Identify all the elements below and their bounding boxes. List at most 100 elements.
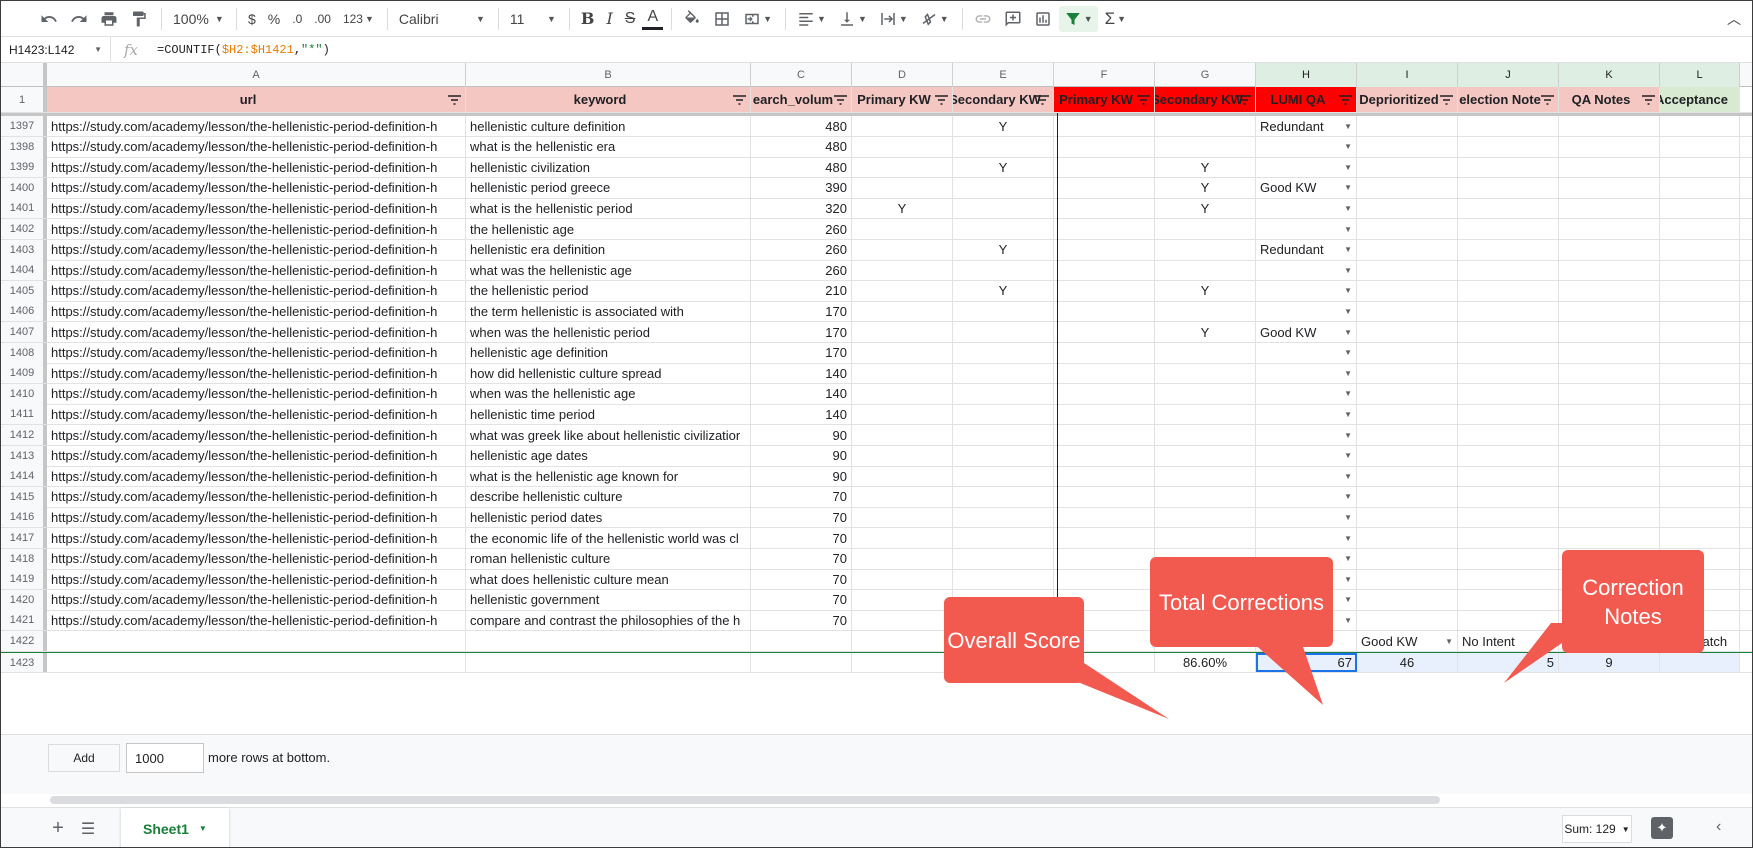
column-header-g[interactable]: G: [1155, 63, 1256, 87]
primary-kw-qa-cell[interactable]: [1054, 157, 1155, 178]
column-title-f[interactable]: Primary KW: [1054, 87, 1155, 112]
cell[interactable]: [1458, 445, 1559, 466]
cell[interactable]: [751, 631, 852, 651]
row-header[interactable]: 1415: [1, 486, 47, 507]
filter-icon[interactable]: [1238, 94, 1251, 105]
filter-icon[interactable]: [1440, 94, 1453, 105]
cell[interactable]: [1660, 301, 1740, 322]
dropdown-arrow-icon[interactable]: ▼: [1344, 616, 1352, 625]
cell[interactable]: [1458, 198, 1559, 219]
dropdown-arrow-icon[interactable]: ▼: [1344, 163, 1352, 172]
secondary-kw-qa-cell[interactable]: [1155, 116, 1256, 136]
keyword-cell[interactable]: describe hellenistic culture: [466, 486, 751, 507]
cell[interactable]: [1458, 280, 1559, 301]
cell[interactable]: [1357, 116, 1458, 136]
dropdown-arrow-icon[interactable]: ▼: [1344, 225, 1352, 234]
vertical-align-icon[interactable]: ▼: [833, 6, 872, 32]
lumi-qa-dropdown[interactable]: ▼: [1256, 507, 1357, 528]
cell[interactable]: [1458, 383, 1559, 404]
dropdown-arrow-icon[interactable]: ▼: [1344, 451, 1352, 460]
zoom-select[interactable]: 100% ▼: [168, 6, 228, 32]
functions-button[interactable]: Σ ▼: [1100, 6, 1131, 32]
primary-kw-qa-cell[interactable]: [1054, 219, 1155, 239]
secondary-kw-qa-cell[interactable]: [1155, 301, 1256, 322]
cell[interactable]: [1559, 198, 1660, 219]
primary-kw-cell[interactable]: [852, 569, 953, 590]
cell[interactable]: [1660, 322, 1740, 342]
secondary-kw-cell[interactable]: [953, 383, 1054, 404]
increase-decimal-button[interactable]: .00: [309, 6, 336, 32]
lumi-qa-dropdown[interactable]: ▼: [1256, 445, 1357, 466]
keyword-cell[interactable]: the hellenistic age: [466, 219, 751, 239]
url-cell[interactable]: https://study.com/academy/lesson/the-hel…: [47, 177, 466, 198]
cell[interactable]: [1660, 486, 1740, 507]
keyword-cell[interactable]: hellenistic period dates: [466, 507, 751, 528]
keyword-cell[interactable]: hellenistic time period: [466, 404, 751, 425]
url-cell[interactable]: https://study.com/academy/lesson/the-hel…: [47, 569, 466, 590]
primary-kw-qa-cell[interactable]: [1054, 528, 1155, 548]
search-volume-cell[interactable]: 70: [751, 589, 852, 610]
primary-kw-qa-cell[interactable]: [1054, 548, 1155, 569]
horizontal-scrollbar[interactable]: [50, 796, 1440, 804]
dropdown-arrow-icon[interactable]: ▼: [1344, 431, 1352, 440]
add-rows-button[interactable]: Add: [48, 744, 120, 772]
lumi-qa-dropdown[interactable]: ▼: [1256, 363, 1357, 384]
primary-kw-qa-cell[interactable]: [1054, 177, 1155, 198]
row-header[interactable]: 1410: [1, 383, 47, 404]
search-volume-cell[interactable]: 70: [751, 528, 852, 548]
secondary-kw-cell[interactable]: [953, 219, 1054, 239]
primary-kw-qa-cell[interactable]: [1054, 260, 1155, 281]
url-cell[interactable]: https://study.com/academy/lesson/the-hel…: [47, 383, 466, 404]
filter-icon[interactable]: [1036, 94, 1049, 105]
url-cell[interactable]: https://study.com/academy/lesson/the-hel…: [47, 280, 466, 301]
secondary-kw-cell[interactable]: Y: [953, 157, 1054, 178]
primary-kw-cell[interactable]: [852, 136, 953, 157]
secondary-kw-qa-cell[interactable]: [1155, 260, 1256, 281]
search-volume-cell[interactable]: 70: [751, 548, 852, 569]
lumi-qa-dropdown[interactable]: Redundant ▼: [1256, 116, 1357, 136]
search-volume-cell[interactable]: 140: [751, 383, 852, 404]
primary-kw-qa-cell[interactable]: [1054, 383, 1155, 404]
cell[interactable]: [1357, 136, 1458, 157]
primary-kw-cell[interactable]: [852, 342, 953, 363]
secondary-kw-cell[interactable]: [953, 301, 1054, 322]
keyword-cell[interactable]: hellenistic civilization: [466, 157, 751, 178]
bold-button[interactable]: B: [576, 6, 600, 32]
lumi-qa-dropdown[interactable]: ▼: [1256, 404, 1357, 425]
cell[interactable]: [1357, 260, 1458, 281]
row-header[interactable]: 1400: [1, 177, 47, 198]
dropdown-arrow-icon[interactable]: ▼: [1344, 204, 1352, 213]
cell[interactable]: [1559, 280, 1660, 301]
cell[interactable]: [1357, 548, 1458, 569]
notes-dropdown[interactable]: No Intent ▼: [1458, 631, 1559, 651]
cell[interactable]: [1458, 425, 1559, 445]
primary-kw-cell[interactable]: [852, 528, 953, 548]
cell[interactable]: [47, 653, 466, 672]
primary-kw-cell[interactable]: [852, 157, 953, 178]
italic-button[interactable]: I: [601, 6, 617, 32]
search-volume-cell[interactable]: 140: [751, 363, 852, 384]
overall-score-cell[interactable]: 86.60%: [1155, 653, 1256, 672]
column-header-k[interactable]: K: [1559, 63, 1660, 87]
secondary-kw-qa-cell[interactable]: [1155, 507, 1256, 528]
dropdown-arrow-icon[interactable]: ▼: [1344, 369, 1352, 378]
cell[interactable]: [1559, 425, 1660, 445]
lumi-qa-dropdown[interactable]: ▼: [1256, 383, 1357, 404]
lumi-qa-dropdown[interactable]: Redundant ▼: [1256, 239, 1357, 260]
column-title-d[interactable]: Primary KW: [852, 87, 953, 112]
dropdown-arrow-icon[interactable]: ▼: [1344, 472, 1352, 481]
secondary-kw-qa-cell[interactable]: [1155, 363, 1256, 384]
column-header-f[interactable]: F: [1054, 63, 1155, 87]
keyword-cell[interactable]: hellenistic era definition: [466, 239, 751, 260]
cell[interactable]: [1357, 198, 1458, 219]
cell[interactable]: [1357, 528, 1458, 548]
good-kw-count-cell[interactable]: 46: [1357, 653, 1458, 672]
cell[interactable]: [1559, 219, 1660, 239]
text-color-button[interactable]: A: [642, 8, 664, 30]
primary-kw-qa-cell[interactable]: [1054, 466, 1155, 487]
row-header[interactable]: 1409: [1, 363, 47, 384]
column-header-c[interactable]: C: [751, 63, 852, 87]
url-cell[interactable]: https://study.com/academy/lesson/the-hel…: [47, 425, 466, 445]
secondary-kw-qa-cell[interactable]: Y: [1155, 157, 1256, 178]
column-header-i[interactable]: I: [1357, 63, 1458, 87]
